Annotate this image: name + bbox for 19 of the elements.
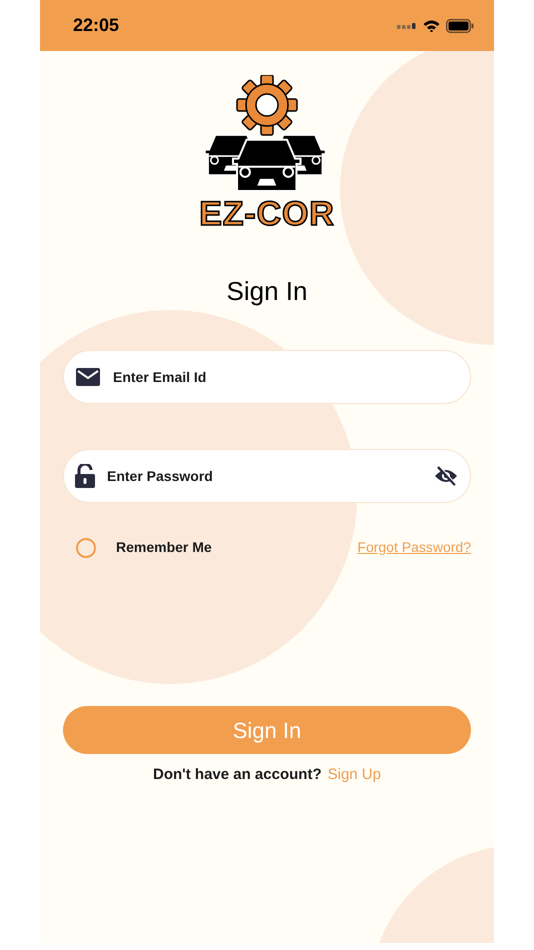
- signup-prompt: Don't have an account?: [153, 765, 322, 785]
- page-title: Sign In: [226, 275, 308, 307]
- password-field[interactable]: Enter Password: [63, 449, 471, 503]
- status-time: 22:05: [73, 14, 120, 37]
- signal-icon: [397, 22, 417, 29]
- email-field[interactable]: Enter Email Id: [63, 350, 471, 404]
- email-input[interactable]: Enter Email Id: [113, 366, 454, 388]
- wifi-icon: [423, 20, 440, 32]
- eye-slash-icon[interactable]: [434, 466, 458, 486]
- unlocked-padlock-icon: [75, 464, 95, 488]
- sign-in-button[interactable]: Sign In: [63, 706, 471, 754]
- mail-icon: [76, 368, 100, 386]
- battery-icon: [446, 18, 474, 32]
- password-input[interactable]: Enter Password: [107, 466, 422, 486]
- sign-up-link[interactable]: Sign Up: [328, 764, 381, 786]
- logo-wordmark: EZ-COR: [199, 195, 335, 233]
- remember-label: Remember Me: [116, 538, 212, 557]
- forgot-password-link[interactable]: Forgot Password?: [357, 537, 471, 558]
- remember-radio[interactable]: [76, 538, 96, 558]
